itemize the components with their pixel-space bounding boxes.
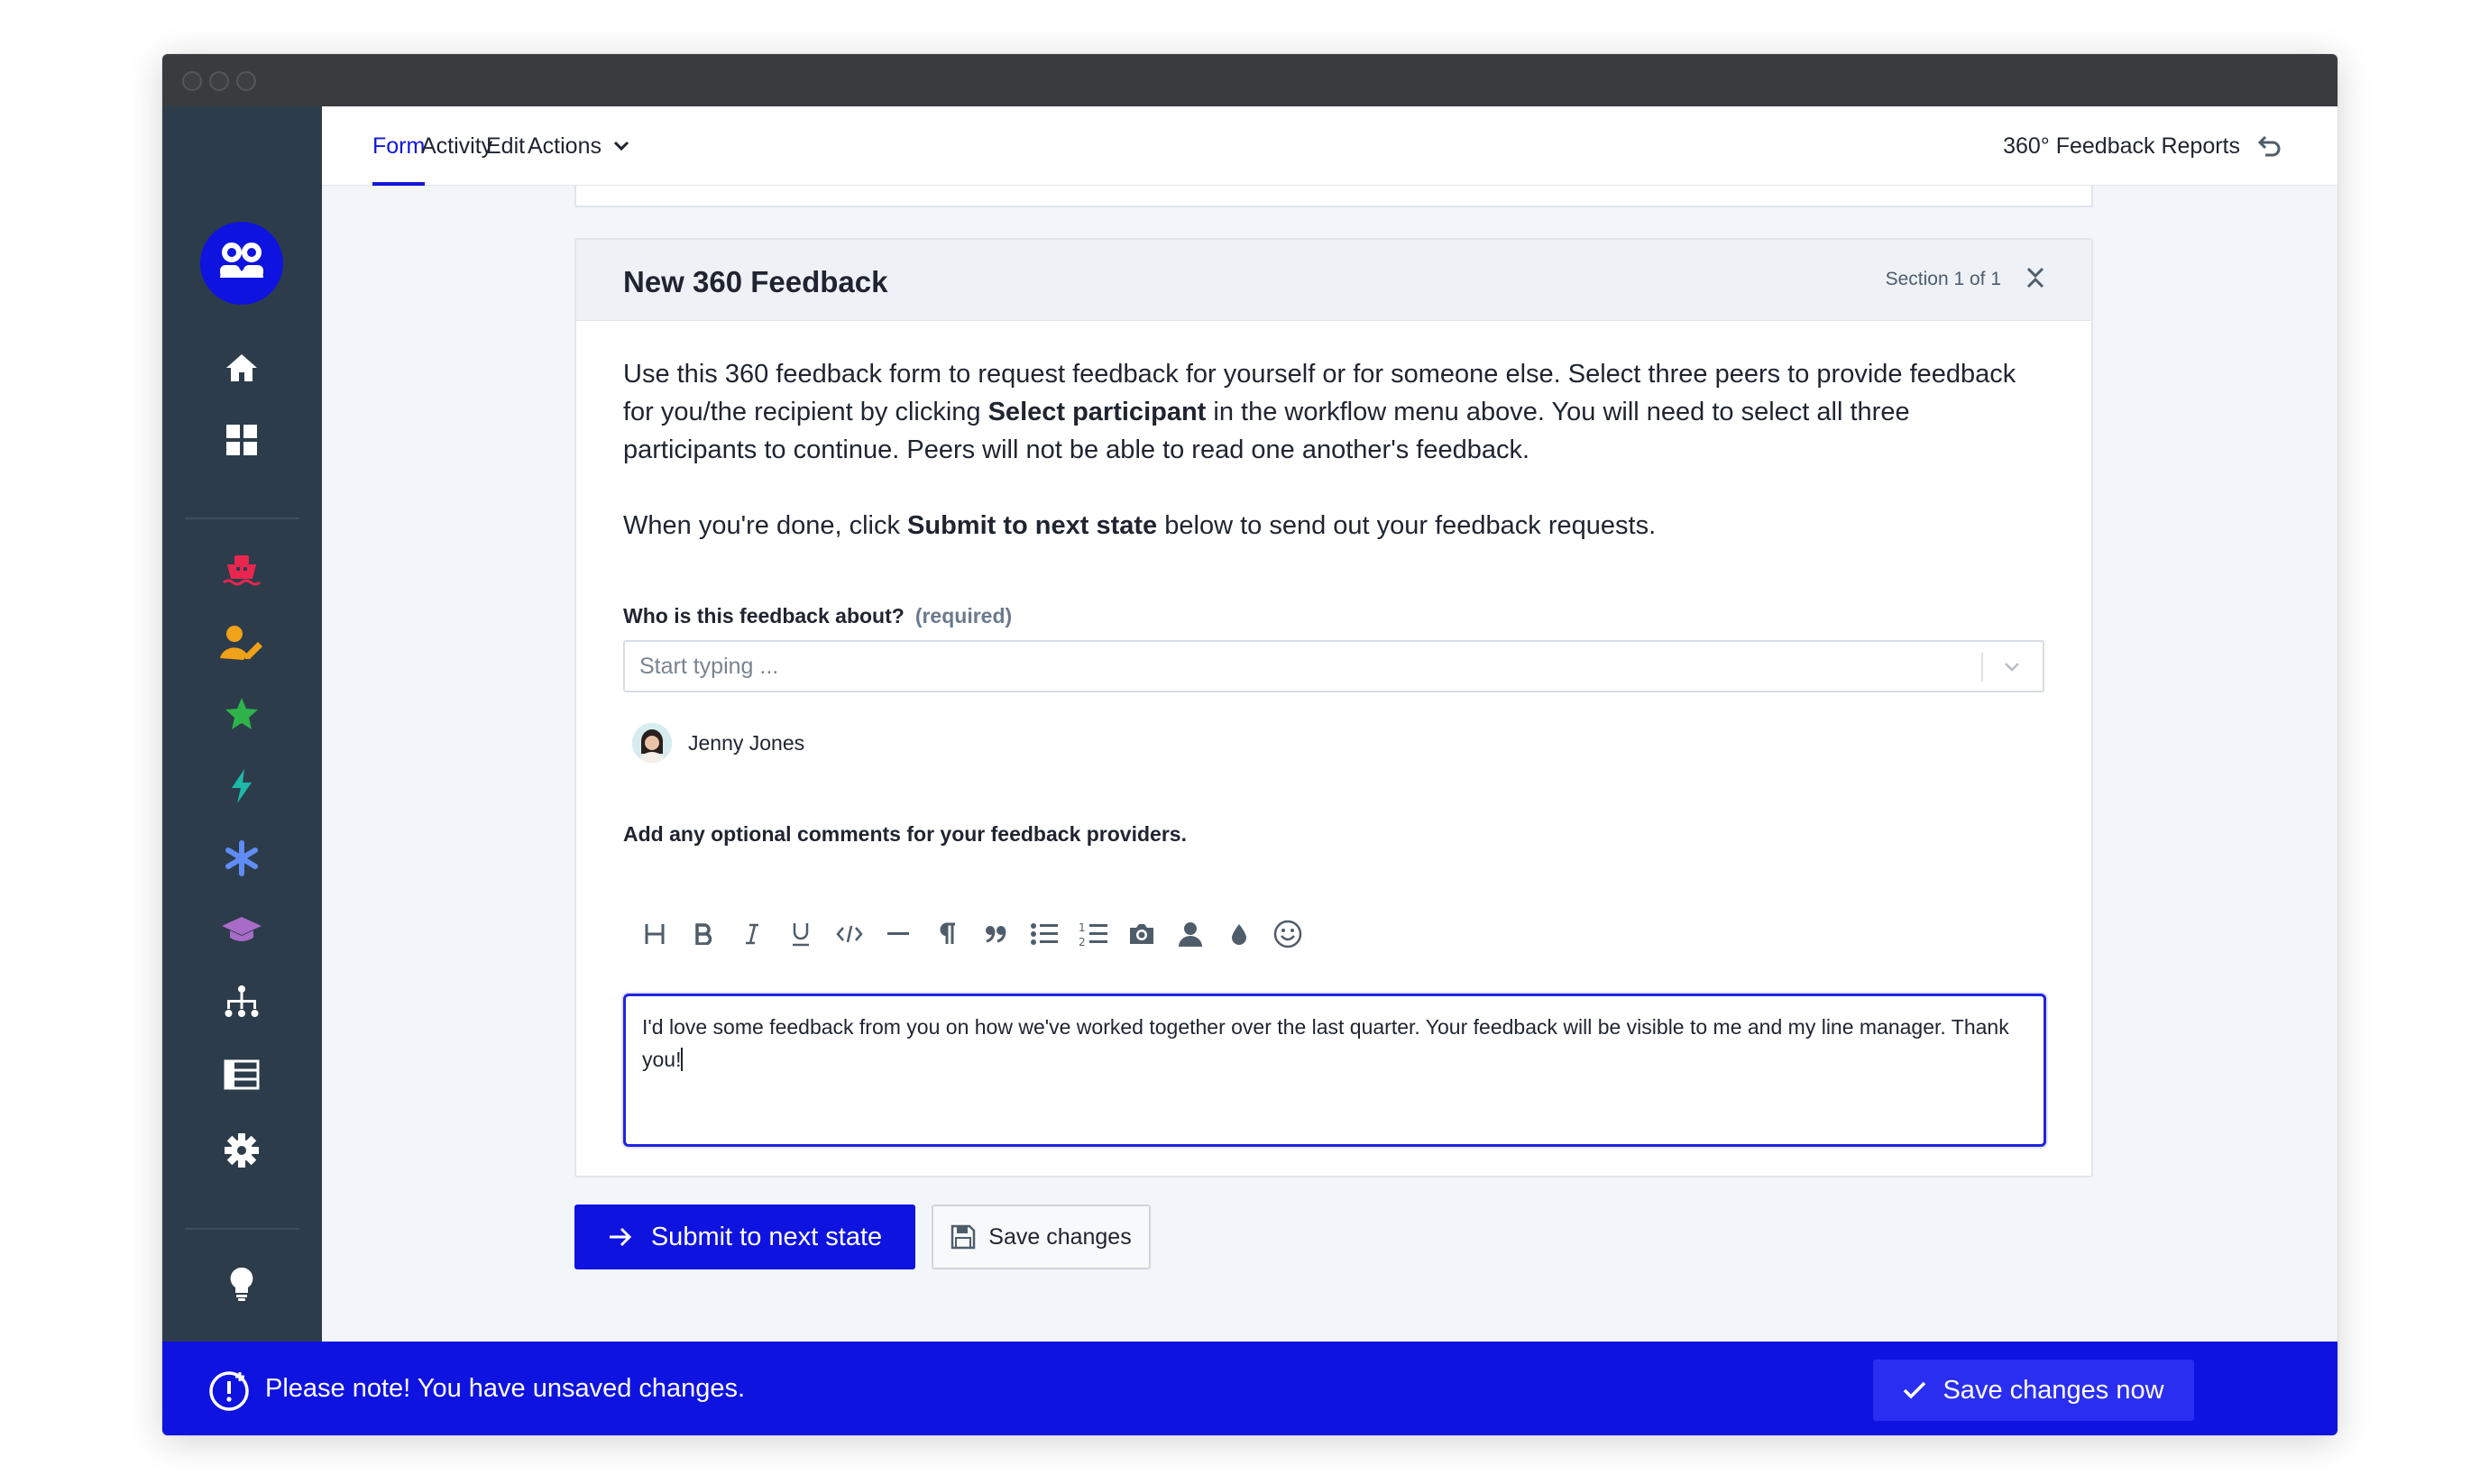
subject-field-label: Who is this feedback about? (required) xyxy=(623,604,1012,628)
bold-icon[interactable] xyxy=(679,912,728,956)
floppy-disk-icon xyxy=(951,1224,976,1250)
window-minimize-button[interactable] xyxy=(209,71,229,91)
home-icon[interactable] xyxy=(220,346,263,389)
submit-button-label: Submit to next state xyxy=(650,1222,883,1251)
table-icon[interactable] xyxy=(220,1053,263,1096)
intro-text: When you're done, click xyxy=(623,511,908,540)
person-name: Jenny Jones xyxy=(688,730,805,755)
collapse-icon[interactable] xyxy=(2019,261,2052,294)
intro-text: below to send out your feedback requests… xyxy=(1157,511,1657,540)
star-icon[interactable] xyxy=(220,692,263,736)
subject-label-text: Who is this feedback about? xyxy=(623,604,905,627)
user-edit-icon[interactable] xyxy=(220,620,263,664)
grid-icon[interactable] xyxy=(220,418,263,462)
code-icon[interactable] xyxy=(825,912,874,956)
tab-form[interactable]: Form xyxy=(372,106,426,186)
arrow-right-icon xyxy=(609,1227,631,1247)
gear-icon[interactable] xyxy=(220,1129,263,1172)
intro-paragraph: Use this 360 feedback form to request fe… xyxy=(623,355,2048,469)
svg-text:2: 2 xyxy=(1079,936,1086,948)
asterisk-icon[interactable] xyxy=(220,837,263,880)
heading-icon[interactable] xyxy=(630,912,679,956)
lightbulb-icon[interactable] xyxy=(220,1262,263,1305)
tab-edit[interactable]: Edit xyxy=(486,106,525,186)
italic-icon[interactable] xyxy=(728,912,776,956)
section-indicator: Section 1 of 1 xyxy=(1885,269,2001,289)
subject-select[interactable] xyxy=(623,640,2044,692)
previous-card-edge xyxy=(574,186,2093,207)
horizontal-rule-icon[interactable] xyxy=(874,912,923,956)
checkmark-icon xyxy=(1904,1381,1926,1399)
sidebar-divider xyxy=(185,518,299,519)
emoji-icon[interactable] xyxy=(1263,912,1312,956)
tab-actions[interactable]: Actions xyxy=(528,106,630,186)
ship-icon[interactable] xyxy=(220,548,263,591)
paragraph-icon[interactable] xyxy=(923,912,971,956)
app-window: Form Activity Edit Actions 360° Feedback… xyxy=(162,54,2337,1435)
mention-icon[interactable] xyxy=(1166,912,1215,956)
tab-actions-label: Actions xyxy=(528,133,602,159)
quote-icon[interactable] xyxy=(971,912,1020,956)
alert-icon xyxy=(207,1369,251,1412)
comments-text: I'd love some feedback from you on how w… xyxy=(642,1015,2009,1071)
save-changes-button[interactable]: Save changes xyxy=(932,1205,1151,1269)
card-header: New 360 Feedback Section 1 of 1 xyxy=(576,240,2091,321)
bullet-list-icon[interactable] xyxy=(1020,912,1069,956)
submit-button[interactable]: Submit to next state xyxy=(574,1205,915,1269)
image-icon[interactable] xyxy=(1117,912,1166,956)
svg-text:1: 1 xyxy=(1079,921,1086,934)
graduation-cap-icon[interactable] xyxy=(220,909,263,952)
bolt-icon[interactable] xyxy=(220,765,263,808)
window-titlebar xyxy=(162,54,2337,106)
org-chart-icon[interactable] xyxy=(220,981,263,1024)
return-icon xyxy=(2257,135,2281,157)
window-maximize-button[interactable] xyxy=(236,71,256,91)
editor-toolbar: 12 xyxy=(630,912,1312,956)
color-drop-icon[interactable] xyxy=(1215,912,1263,956)
tab-activity[interactable]: Activity xyxy=(421,106,492,186)
comments-editor-content: I'd love some feedback from you on how w… xyxy=(642,1011,2022,1076)
text-caret xyxy=(681,1048,684,1071)
intro-bold-text: Submit to next state xyxy=(907,511,1158,540)
comments-editor[interactable]: I'd love some feedback from you on how w… xyxy=(623,994,2046,1147)
banner-message: Please note! You have unsaved changes. xyxy=(265,1374,746,1403)
save-changes-now-button[interactable]: Save changes now xyxy=(1873,1360,2194,1421)
selected-person[interactable]: Jenny Jones xyxy=(632,723,804,763)
sidebar-divider xyxy=(185,1228,299,1230)
card-title: New 360 Feedback xyxy=(623,265,888,298)
top-navigation: Form Activity Edit Actions 360° Feedback… xyxy=(322,106,2337,186)
form-card: New 360 Feedback Section 1 of 1 Use this… xyxy=(574,238,2093,1177)
comments-field-label: Add any optional comments for your feedb… xyxy=(623,822,1187,846)
app-logo[interactable] xyxy=(200,222,283,305)
chevron-down-icon[interactable] xyxy=(1998,653,2026,682)
intro-paragraph-2: When you're done, click Submit to next s… xyxy=(623,507,2048,545)
window-close-button[interactable] xyxy=(182,71,202,91)
feedback-reports-link[interactable]: 360° Feedback Reports xyxy=(2003,106,2283,186)
unsaved-changes-banner: Please note! You have unsaved changes. S… xyxy=(162,1342,2337,1435)
chevron-down-icon xyxy=(613,141,629,151)
select-separator xyxy=(1981,653,1983,682)
intro-bold-text: Select participant xyxy=(987,398,1207,426)
required-indicator: (required) xyxy=(914,604,1013,627)
numbered-list-icon[interactable]: 12 xyxy=(1069,912,1117,956)
underline-icon[interactable] xyxy=(776,912,825,956)
avatar xyxy=(632,723,672,763)
subject-search-input[interactable] xyxy=(639,642,1938,691)
feedback-reports-label: 360° Feedback Reports xyxy=(2003,133,2240,159)
save-changes-label: Save changes xyxy=(988,1223,1132,1250)
save-changes-now-label: Save changes now xyxy=(1943,1375,2164,1405)
sidebar xyxy=(162,106,322,1435)
